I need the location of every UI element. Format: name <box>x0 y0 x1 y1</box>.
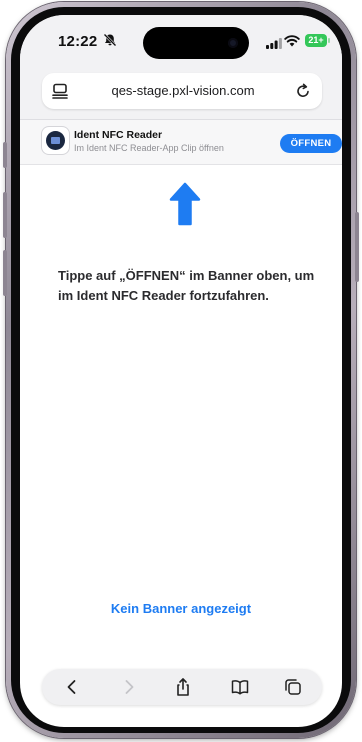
battery-tip <box>328 38 330 43</box>
app-clip-banner[interactable]: Ident NFC Reader Im Ident NFC Reader-App… <box>20 120 342 165</box>
app-clip-subtitle: Im Ident NFC Reader-App Clip öffnen <box>74 143 224 153</box>
app-clip-icon <box>42 127 69 154</box>
open-app-clip-button[interactable]: ÖFFNEN <box>280 134 342 153</box>
nfc-card-icon <box>46 131 65 150</box>
forward-icon[interactable] <box>119 677 139 697</box>
browser-toolbar <box>42 669 322 705</box>
arrow-up-icon <box>168 182 202 231</box>
camera-lens <box>228 38 238 48</box>
power-button <box>355 212 359 282</box>
url-text[interactable]: qes-stage.pxl-vision.com <box>84 83 282 98</box>
address-bar[interactable]: qes-stage.pxl-vision.com <box>42 73 322 109</box>
volume-down-button <box>3 250 7 296</box>
tabs-icon[interactable] <box>283 677 303 697</box>
action-button <box>3 142 7 168</box>
battery-indicator: 21+ <box>305 34 327 47</box>
phone-frame: 12:22 21+ qes-stage.pxl-vision.com Ident… <box>3 2 359 738</box>
instruction-text: Tippe auf „ÖFFNEN“ im Banner oben, um im… <box>58 268 315 303</box>
bookmarks-icon[interactable] <box>230 677 250 697</box>
share-icon[interactable] <box>173 677 193 697</box>
browser-address-area: qes-stage.pxl-vision.com <box>20 63 342 120</box>
back-icon[interactable] <box>62 677 82 697</box>
no-banner-link[interactable]: Kein Banner angezeigt <box>20 601 342 616</box>
app-clip-title: Ident NFC Reader <box>74 129 163 141</box>
cellular-signal-icon <box>266 36 282 54</box>
wifi-icon <box>284 34 300 52</box>
status-time: 12:22 <box>58 33 98 50</box>
volume-up-button <box>3 192 7 238</box>
silent-bell-icon <box>103 33 117 52</box>
reload-icon[interactable] <box>294 82 312 105</box>
screen: 12:22 21+ qes-stage.pxl-vision.com Ident… <box>20 15 342 727</box>
page-menu-icon[interactable] <box>51 82 69 105</box>
status-bar: 12:22 21+ <box>20 15 342 63</box>
